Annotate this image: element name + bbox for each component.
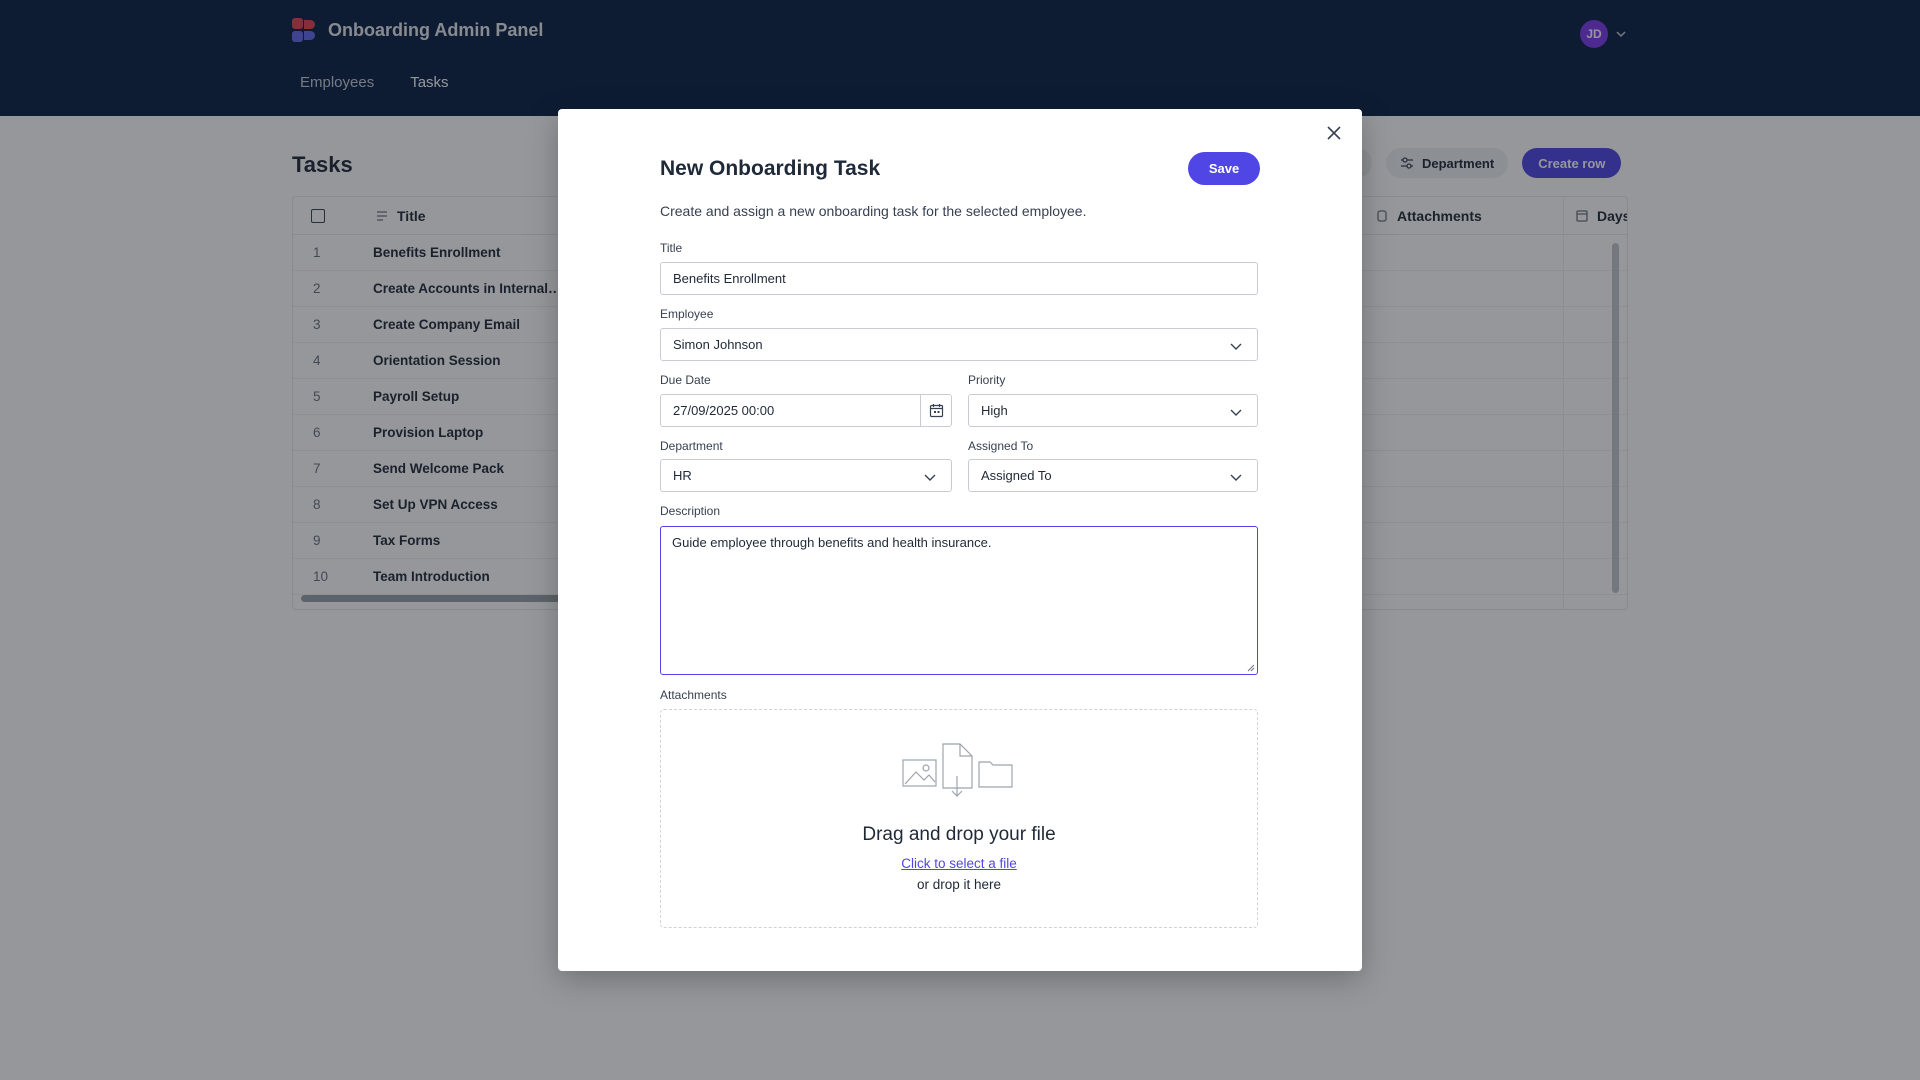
department-label: Department bbox=[660, 439, 723, 453]
priority-value: High bbox=[981, 403, 1008, 418]
due-date-value: 27/09/2025 00:00 bbox=[673, 403, 775, 418]
chevron-down-icon bbox=[924, 474, 936, 481]
assigned-to-label: Assigned To bbox=[968, 439, 1034, 453]
title-value: Benefits Enrollment bbox=[673, 271, 786, 286]
chevron-down-icon bbox=[1230, 343, 1242, 350]
employee-value: Simon Johnson bbox=[673, 337, 763, 352]
dropzone-title: Drag and drop your file bbox=[862, 824, 1056, 845]
date-picker-button[interactable] bbox=[920, 395, 951, 426]
due-date-input[interactable]: 27/09/2025 00:00 bbox=[660, 394, 952, 427]
file-upload-illustration-icon bbox=[902, 743, 1013, 797]
priority-label: Priority bbox=[968, 373, 1006, 387]
assigned-to-value: Assigned To bbox=[981, 468, 1052, 483]
priority-select[interactable]: High bbox=[968, 394, 1258, 427]
dropzone-subtitle: or drop it here bbox=[916, 877, 1002, 892]
chevron-down-icon bbox=[1230, 474, 1242, 481]
assigned-to-select[interactable]: Assigned To bbox=[968, 459, 1258, 492]
select-file-link[interactable]: Click to select a file bbox=[661, 856, 1257, 871]
title-label: Title bbox=[660, 241, 683, 255]
department-select[interactable]: HR bbox=[660, 459, 952, 492]
dialog-description: Create and assign a new onboarding task … bbox=[660, 203, 1087, 219]
new-task-dialog: New Onboarding Task Save Create and assi… bbox=[558, 109, 1362, 971]
due-date-label: Due Date bbox=[660, 373, 711, 387]
file-dropzone[interactable]: Drag and drop your file Click to select … bbox=[660, 709, 1258, 928]
save-button[interactable]: Save bbox=[1188, 152, 1260, 185]
calendar-icon bbox=[929, 404, 943, 418]
description-textarea[interactable]: Guide employee through benefits and heal… bbox=[660, 526, 1258, 675]
close-icon[interactable] bbox=[1324, 123, 1344, 143]
employee-label: Employee bbox=[660, 307, 714, 321]
chevron-down-icon bbox=[1230, 409, 1242, 416]
employee-select[interactable]: Simon Johnson bbox=[660, 328, 1258, 361]
title-input[interactable]: Benefits Enrollment bbox=[660, 262, 1258, 295]
dialog-title: New Onboarding Task bbox=[660, 157, 881, 180]
description-label: Description bbox=[660, 504, 721, 518]
attachments-label: Attachments bbox=[660, 688, 727, 702]
department-value: HR bbox=[673, 468, 692, 483]
resize-handle-icon[interactable] bbox=[1247, 664, 1255, 672]
description-value: Guide employee through benefits and heal… bbox=[672, 535, 992, 550]
